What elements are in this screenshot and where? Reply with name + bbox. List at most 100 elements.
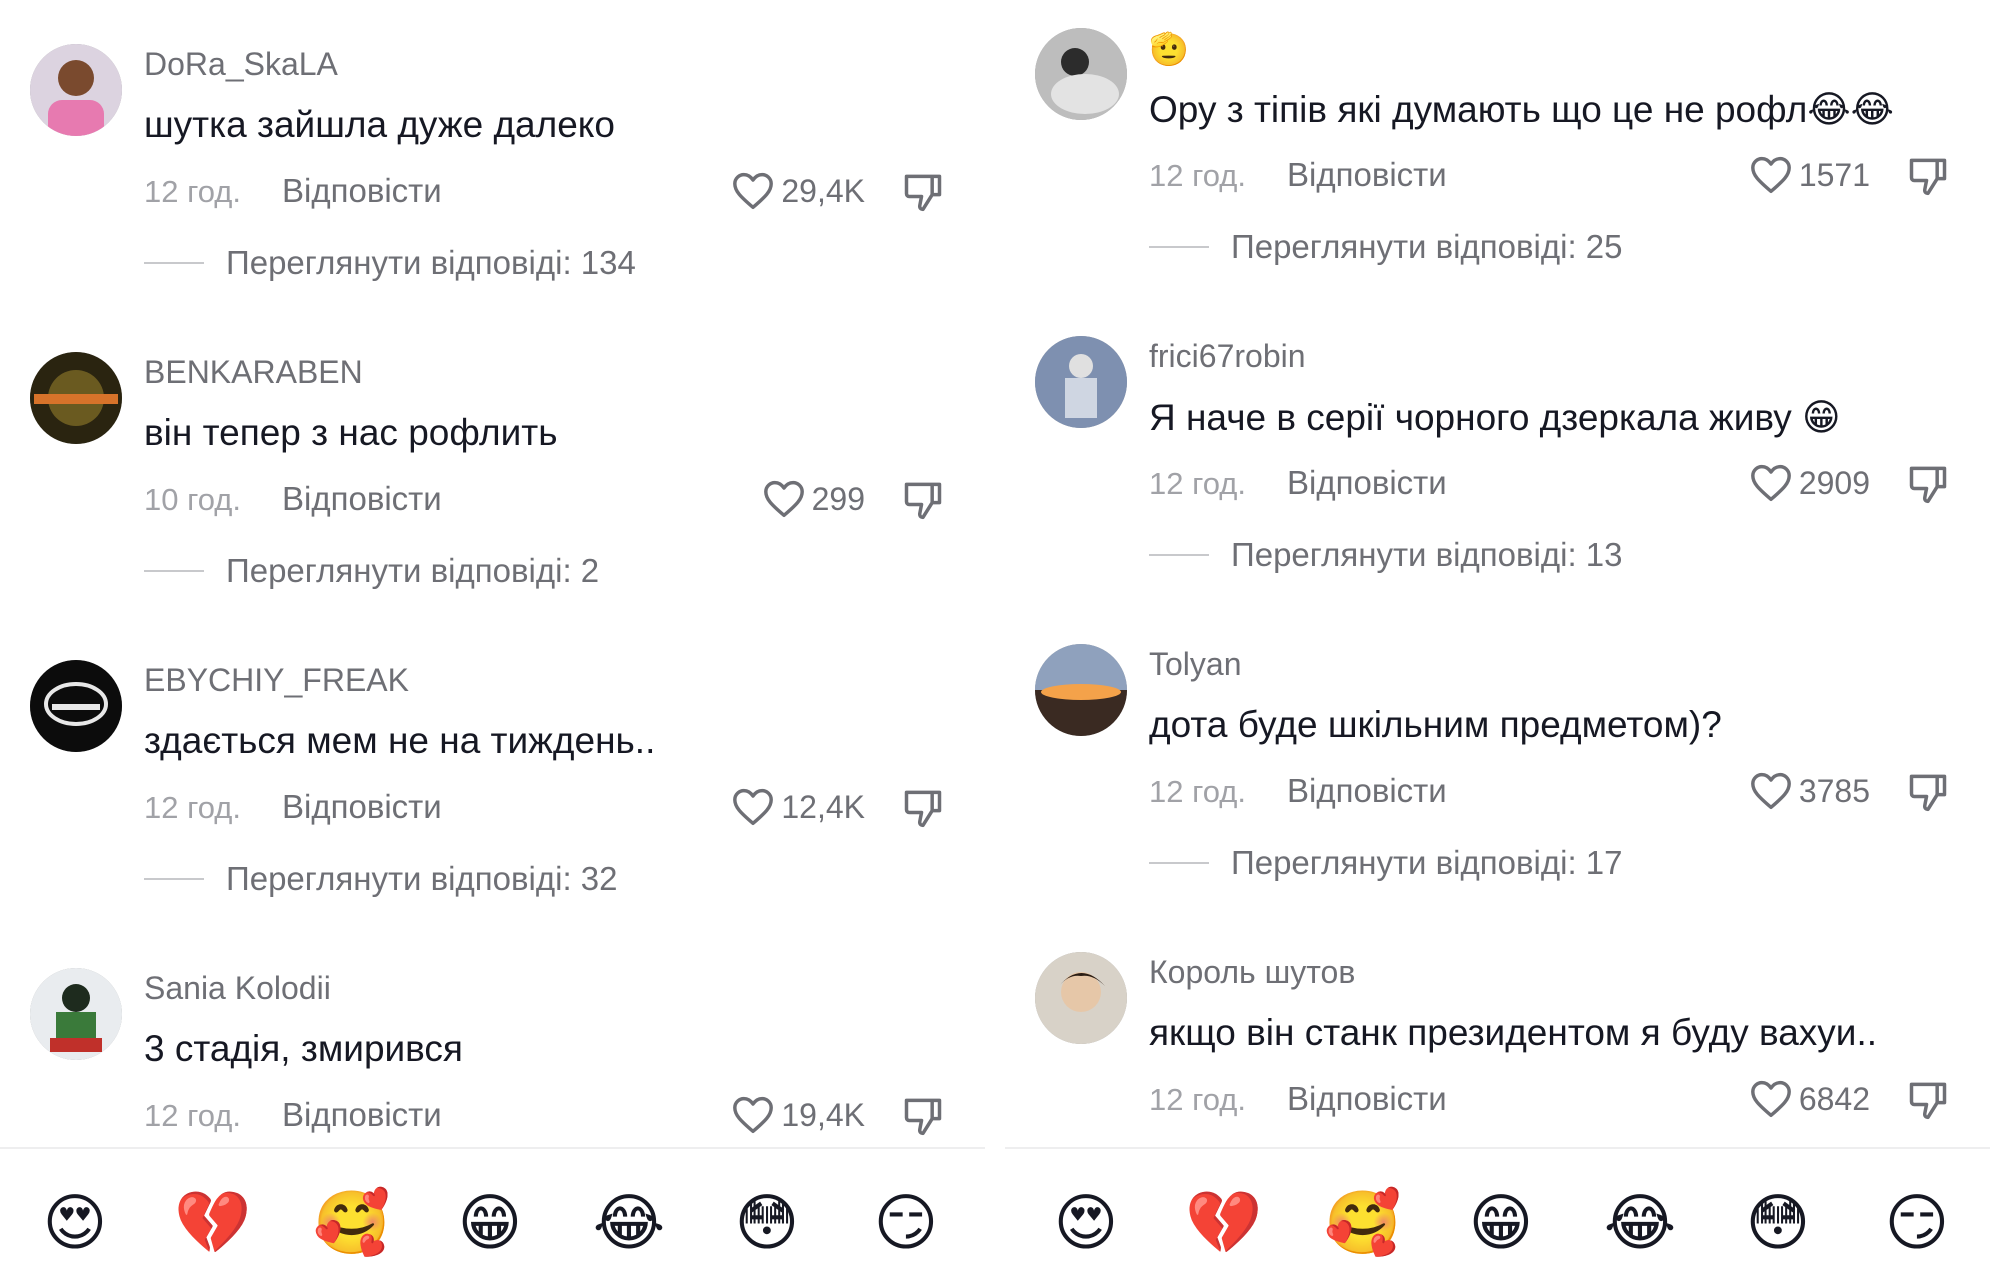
- dislike-button[interactable]: [1906, 768, 1950, 814]
- comment-username[interactable]: Tolyan: [1149, 646, 1242, 683]
- comment-text: якщо він станк президентом я буду вахуи.…: [1149, 1012, 1878, 1053]
- emoji-heart-eyes-button[interactable]: 😍: [1041, 1178, 1131, 1268]
- avatar[interactable]: [1035, 28, 1127, 120]
- like-button[interactable]: 12,4K: [731, 784, 865, 830]
- emoji-smiling-hearts-button[interactable]: 🥰: [1318, 1178, 1408, 1268]
- comment-item: DoRa_SkaLA шутка зайшла дуже далеко 12 г…: [0, 0, 985, 300]
- emoji-bar-divider: [1005, 1147, 1990, 1149]
- reply-button[interactable]: Відповісти: [282, 1096, 442, 1134]
- comment-time: 12 год.: [144, 1098, 241, 1133]
- avatar[interactable]: [30, 44, 122, 136]
- emoji-flushed-button[interactable]: 😳: [722, 1178, 812, 1268]
- emoji-smirk-button[interactable]: 😏: [1872, 1178, 1962, 1268]
- emoji-grin-button[interactable]: 😁: [445, 1178, 535, 1268]
- view-replies-label: Переглянути відповіді: 2: [226, 552, 600, 589]
- comment-username[interactable]: Sania Kolodii: [144, 970, 331, 1007]
- thumbs-down-outline-icon: [1909, 774, 1947, 812]
- thumbs-down-outline-icon: [1909, 158, 1947, 196]
- emoji-smirk-button[interactable]: 😏: [861, 1178, 951, 1268]
- emoji-broken-heart-button[interactable]: 💔: [1179, 1178, 1269, 1268]
- dislike-button[interactable]: [1906, 460, 1950, 506]
- like-count: 19,4K: [781, 1096, 865, 1133]
- avatar[interactable]: [1035, 336, 1127, 428]
- emoji-smiling-hearts-button[interactable]: 🥰: [307, 1178, 397, 1268]
- comment-item: EBYCHIY_FREAK здається мем не на тиждень…: [0, 616, 985, 916]
- like-count: 29,4K: [781, 172, 865, 209]
- thumbs-down-outline-icon: [904, 1098, 942, 1136]
- like-button[interactable]: 299: [762, 476, 865, 522]
- comment-text: здається мем не на тиждень..: [144, 720, 656, 761]
- dislike-button[interactable]: [901, 168, 945, 214]
- comment-username[interactable]: EBYCHIY_FREAK: [144, 662, 409, 699]
- view-replies-link[interactable]: Переглянути відповіді: 13: [1149, 536, 1623, 574]
- avatar[interactable]: [30, 660, 122, 752]
- dislike-button[interactable]: [901, 476, 945, 522]
- dislike-button[interactable]: [1906, 152, 1950, 198]
- view-replies-label: Переглянути відповіді: 32: [226, 860, 618, 897]
- emoji-heart-eyes-button[interactable]: 😍: [30, 1178, 120, 1268]
- reply-button[interactable]: Відповісти: [1287, 772, 1447, 810]
- comment-time: 12 год.: [1149, 158, 1246, 193]
- like-button[interactable]: 19,4K: [731, 1092, 865, 1138]
- avatar[interactable]: [1035, 952, 1127, 1044]
- comment-username[interactable]: DoRa_SkaLA: [144, 46, 338, 83]
- comment-time: 10 год.: [144, 482, 241, 517]
- divider-line: [1149, 554, 1209, 556]
- dislike-button[interactable]: [1906, 1076, 1950, 1122]
- like-count: 3785: [1798, 772, 1870, 809]
- comment-item: BENKARABEN він тепер з нас рофлить 10 го…: [0, 308, 985, 608]
- comment-time: 12 год.: [1149, 1082, 1246, 1117]
- comment-item: 🫡 Ору з тіпів які думають що це не рофл😂…: [1005, 0, 1990, 284]
- reply-button[interactable]: Відповісти: [1287, 1080, 1447, 1118]
- emoji-bar-divider: [0, 1147, 985, 1149]
- comment-item: Tolyan дота буде шкільним предметом)? 12…: [1005, 600, 1990, 900]
- like-count: 299: [811, 480, 865, 517]
- comment-text: 3 стадія, змирився: [144, 1028, 463, 1069]
- avatar[interactable]: [1035, 644, 1127, 736]
- thumbs-down-outline-icon: [904, 482, 942, 520]
- view-replies-link[interactable]: Переглянути відповіді: 32: [144, 860, 618, 898]
- comment-text: він тепер з нас рофлить: [144, 412, 558, 453]
- comment-item: Король шутов якщо він станк президентом …: [1005, 908, 1990, 1208]
- heart-outline-icon: [1750, 772, 1791, 810]
- heart-outline-icon: [733, 788, 774, 826]
- dislike-button[interactable]: [901, 1092, 945, 1138]
- heart-outline-icon: [733, 172, 774, 210]
- view-replies-label: Переглянути відповіді: 17: [1231, 844, 1623, 881]
- reply-button[interactable]: Відповісти: [282, 480, 442, 518]
- like-count: 12,4K: [781, 788, 865, 825]
- like-button[interactable]: 2909: [1749, 460, 1870, 506]
- emoji-tears-of-joy-button[interactable]: 😂: [584, 1178, 674, 1268]
- dislike-button[interactable]: [901, 784, 945, 830]
- reply-button[interactable]: Відповісти: [1287, 156, 1447, 194]
- divider-line: [144, 570, 204, 572]
- view-replies-label: Переглянути відповіді: 13: [1231, 536, 1623, 573]
- comment-text: шутка зайшла дуже далеко: [144, 104, 615, 145]
- view-replies-link[interactable]: Переглянути відповіді: 2: [144, 552, 599, 590]
- avatar[interactable]: [30, 352, 122, 444]
- like-button[interactable]: 3785: [1749, 768, 1870, 814]
- reply-button[interactable]: Відповісти: [282, 172, 442, 210]
- like-count: 1571: [1798, 156, 1870, 193]
- comment-username[interactable]: 🫡: [1149, 30, 1189, 68]
- comment-text: Ору з тіпів які думають що це не рофл😂😂: [1149, 89, 1894, 130]
- thumbs-down-outline-icon: [904, 174, 942, 212]
- comment-username[interactable]: BENKARABEN: [144, 354, 363, 391]
- like-button[interactable]: 6842: [1749, 1076, 1870, 1122]
- view-replies-link[interactable]: Переглянути відповіді: 17: [1149, 844, 1623, 882]
- view-replies-link[interactable]: Переглянути відповіді: 134: [144, 244, 636, 282]
- reply-button[interactable]: Відповісти: [282, 788, 442, 826]
- view-replies-link[interactable]: Переглянути відповіді: 25: [1149, 228, 1623, 266]
- comment-username[interactable]: Король шутов: [1149, 954, 1355, 991]
- emoji-broken-heart-button[interactable]: 💔: [168, 1178, 258, 1268]
- emoji-tears-of-joy-button[interactable]: 😂: [1595, 1178, 1685, 1268]
- like-button[interactable]: 1571: [1749, 152, 1870, 198]
- emoji-grin-button[interactable]: 😁: [1456, 1178, 1546, 1268]
- emoji-flushed-button[interactable]: 😳: [1733, 1178, 1823, 1268]
- reply-button[interactable]: Відповісти: [1287, 464, 1447, 502]
- divider-line: [144, 878, 204, 880]
- avatar[interactable]: [30, 968, 122, 1060]
- like-button[interactable]: 29,4K: [731, 168, 865, 214]
- thumbs-down-outline-icon: [1909, 1082, 1947, 1120]
- comment-username[interactable]: frici67robin: [1149, 338, 1306, 375]
